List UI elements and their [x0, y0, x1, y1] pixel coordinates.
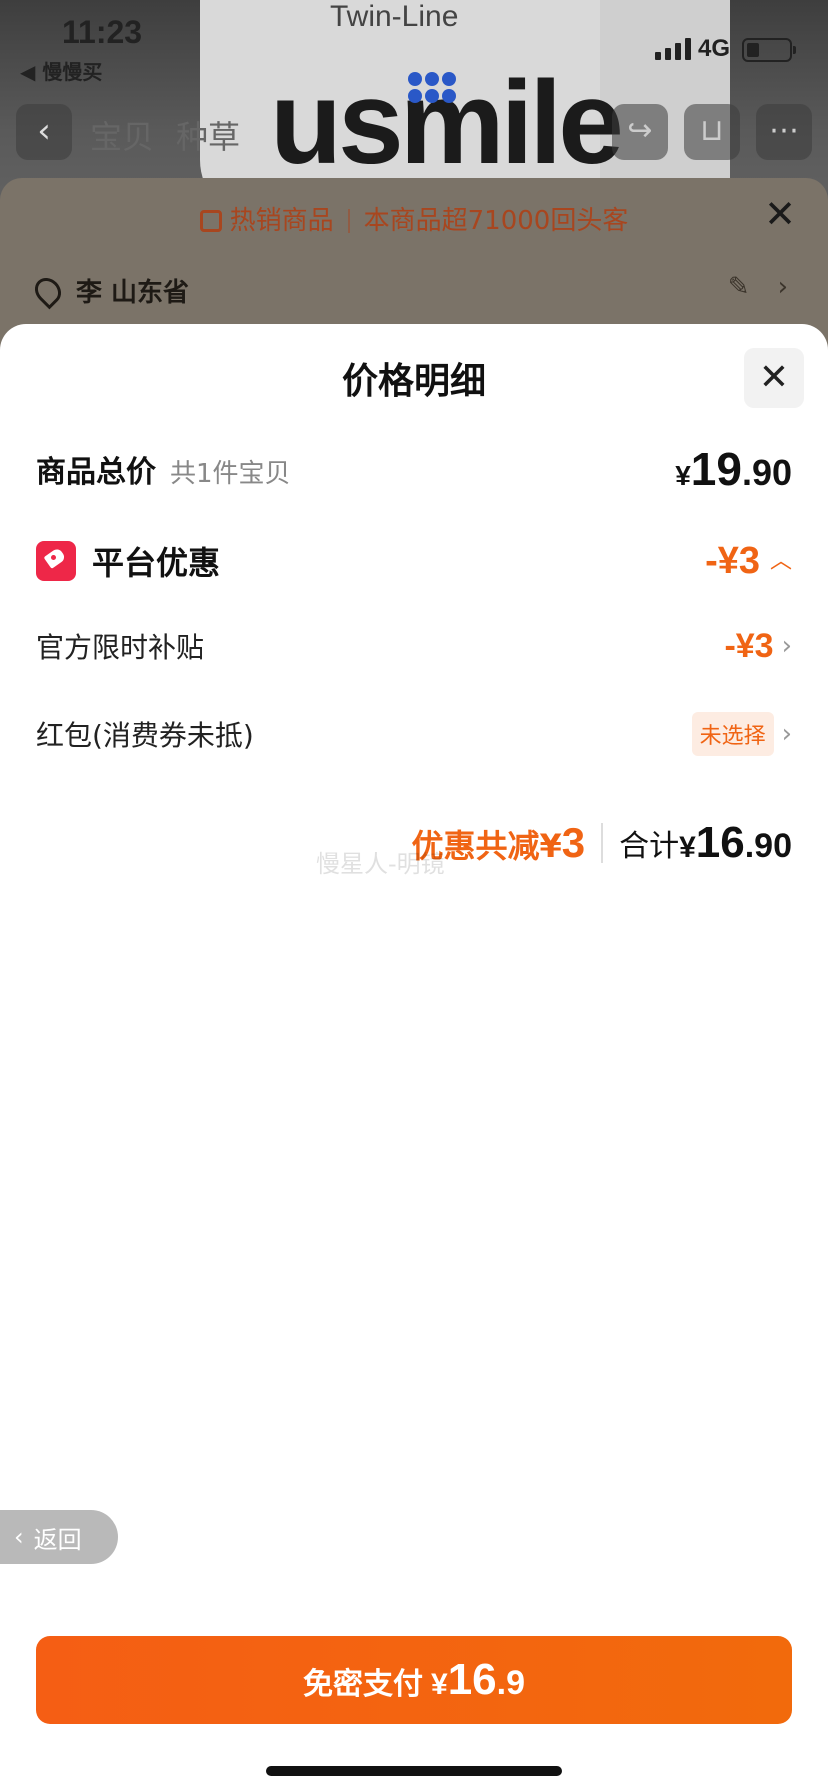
- more-icon[interactable]: ⋯: [756, 104, 812, 160]
- platform-discount-label: 平台优惠: [92, 544, 221, 582]
- back-to-app-link[interactable]: ◀ 慢慢买: [20, 56, 102, 85]
- sheet-title: 价格明细: [341, 361, 486, 402]
- subsidy-label: 官方限时补贴: [36, 631, 205, 664]
- total-price-row: 商品总价 共1件宝贝 ¥19.90: [36, 442, 792, 496]
- product-nav-bar: ‹ 宝贝 种草 ↪ ⊔ ⋯: [0, 100, 828, 166]
- subsidy-row[interactable]: 官方限时补贴 -¥3 ›: [36, 626, 792, 666]
- chevron-up-icon[interactable]: ︿: [770, 543, 792, 575]
- signal-icon: [655, 38, 691, 60]
- sum-price: ¥16.90: [679, 818, 792, 867]
- status-time: 11:23: [62, 14, 143, 50]
- platform-discount-amount: -¥3: [705, 539, 760, 582]
- promo-label: 热销商品: [229, 206, 334, 236]
- platform-discount-row[interactable]: 平台优惠 -¥3 ︿: [36, 538, 792, 584]
- subsidy-amount: -¥3: [724, 626, 774, 665]
- address-row[interactable]: 李 山东省: [29, 272, 190, 309]
- bag-icon: [199, 210, 222, 232]
- chevron-left-icon: ‹: [14, 1523, 24, 1551]
- item-count: 共1件宝贝: [170, 459, 291, 489]
- summary-divider: [601, 823, 604, 863]
- chevron-right-icon[interactable]: ›: [782, 719, 792, 749]
- tab-product[interactable]: 宝贝: [90, 112, 154, 158]
- floating-back-button[interactable]: ‹ 返回: [0, 1510, 118, 1564]
- address-text: 李 山东省: [76, 278, 190, 308]
- redpack-status-chip[interactable]: 未选择: [691, 712, 774, 756]
- sum-label: 合计: [619, 829, 680, 864]
- edit-icon[interactable]: ✎: [728, 272, 750, 302]
- pay-button-price: ¥16.9: [431, 1655, 525, 1704]
- promo-detail: 本商品超71000回头客: [363, 206, 629, 236]
- password-free-pay-button[interactable]: 免密支付 ¥16.9: [36, 1636, 792, 1724]
- promo-banner: 热销商品 本商品超71000回头客: [0, 200, 828, 237]
- status-bar: 11:23 ◀ 慢慢买 4G: [0, 0, 828, 90]
- network-type: 4G: [698, 35, 731, 62]
- price-detail-sheet: 价格明细 ✕ 商品总价 共1件宝贝 ¥19.90 平台优惠 -¥3 ︿ 官方限时…: [0, 324, 828, 1792]
- watermark: 慢星人-明镜: [316, 850, 445, 878]
- close-icon[interactable]: ✕: [744, 348, 804, 408]
- chevron-right-icon[interactable]: ›: [782, 631, 792, 661]
- total-price-label: 商品总价: [36, 455, 156, 490]
- pay-button-label: 免密支付: [303, 1667, 423, 1702]
- back-arrow-icon[interactable]: ‹: [16, 104, 72, 160]
- coupon-tag-icon: [36, 541, 76, 581]
- tab-recommend[interactable]: 种草: [176, 112, 240, 158]
- redpack-row[interactable]: 红包(消费券未抵) 未选择 ›: [36, 712, 792, 756]
- chevron-right-icon[interactable]: ›: [778, 272, 788, 302]
- total-price-value: ¥19.90: [675, 443, 792, 495]
- battery-icon: [742, 38, 796, 62]
- promo-divider: [347, 209, 350, 233]
- home-indicator: [266, 1766, 562, 1776]
- redpack-label: 红包(消费券未抵): [36, 719, 254, 752]
- close-icon[interactable]: ✕: [764, 192, 796, 236]
- floating-back-label: 返回: [33, 1525, 82, 1554]
- location-pin-icon: [29, 272, 67, 309]
- share-icon[interactable]: ↪: [612, 104, 668, 160]
- cart-icon[interactable]: ⊔: [684, 104, 740, 160]
